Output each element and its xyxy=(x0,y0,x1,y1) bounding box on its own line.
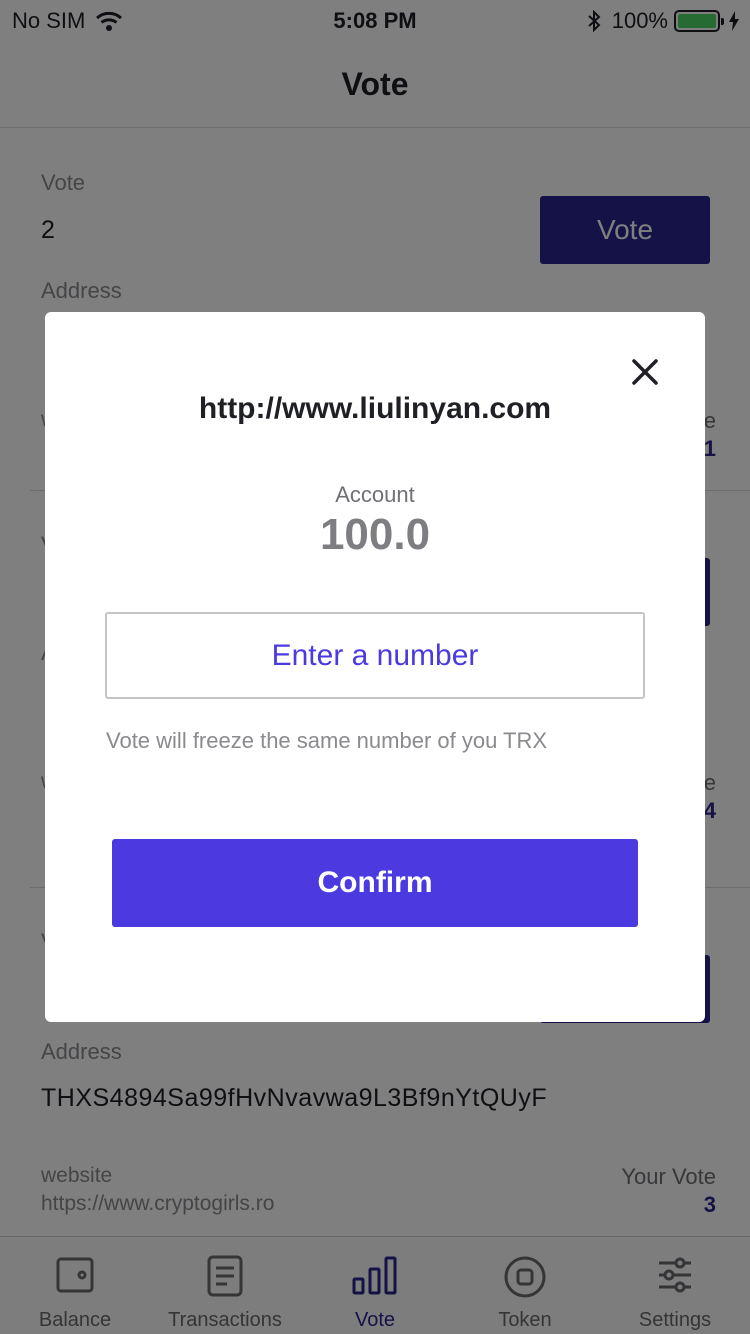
witness-url-title: http://www.liulinyan.com xyxy=(198,392,552,425)
confirm-button[interactable]: Confirm xyxy=(112,839,638,927)
vote-dialog: http://www.liulinyan.com Account 100.0 V… xyxy=(45,312,705,1022)
freeze-hint: Vote will freeze the same number of you … xyxy=(106,728,548,753)
account-balance: 100.0 xyxy=(319,510,431,559)
vote-amount-input[interactable] xyxy=(105,612,645,699)
account-label: Account xyxy=(335,482,415,507)
close-icon[interactable] xyxy=(627,354,663,390)
